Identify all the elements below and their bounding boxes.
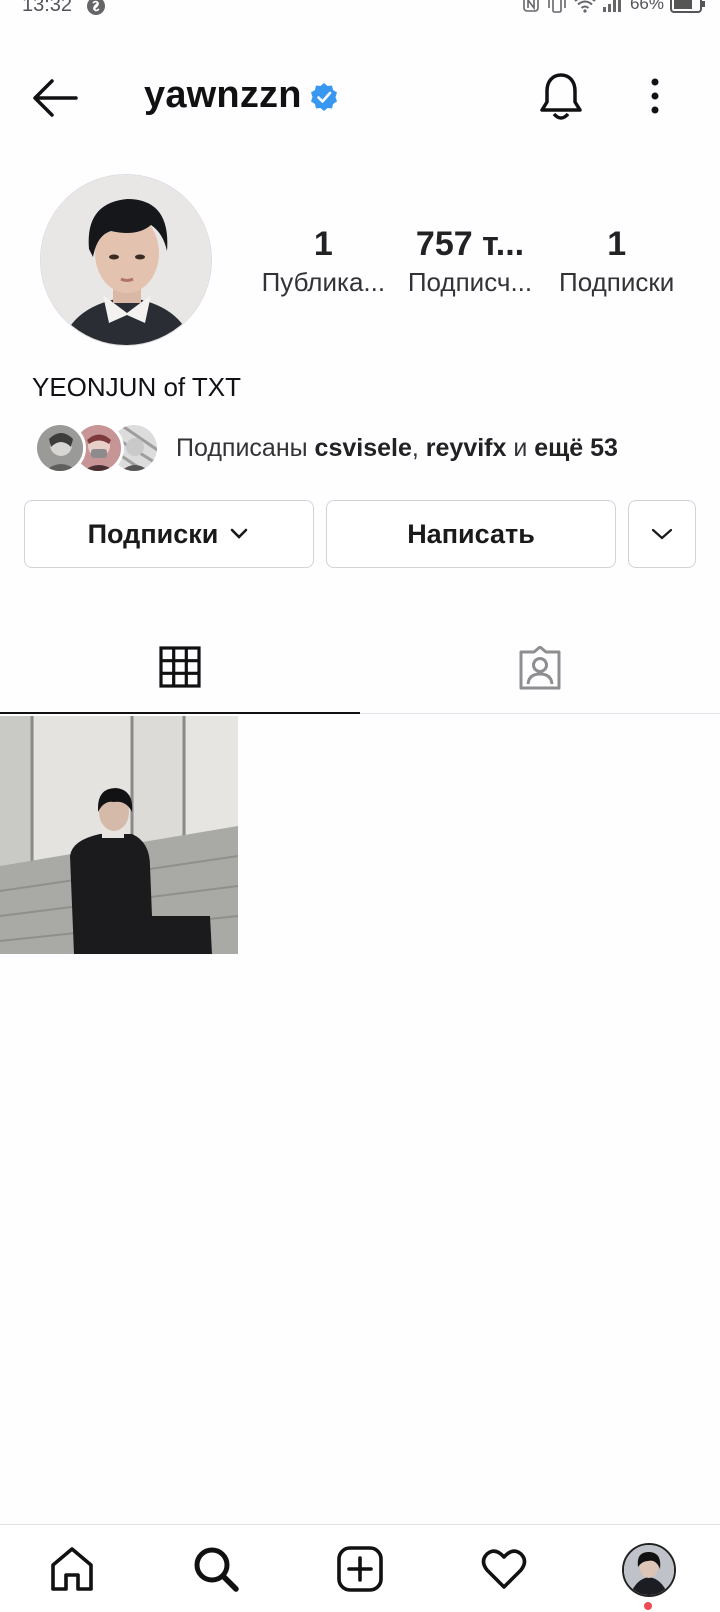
following-button[interactable]: Подписки bbox=[24, 500, 314, 568]
tab-posts-grid[interactable] bbox=[0, 622, 360, 714]
message-button[interactable]: Написать bbox=[326, 500, 616, 568]
stat-following[interactable]: 1 Подписки bbox=[543, 222, 690, 298]
wifi-icon bbox=[574, 0, 596, 13]
followed-conjunction: и bbox=[506, 433, 535, 462]
heart-icon bbox=[481, 1549, 527, 1589]
stat-followers[interactable]: 757 т... Подписч... bbox=[397, 222, 544, 298]
mutual-user-2: reyvifx bbox=[425, 433, 507, 462]
profile-header: yawnzzn bbox=[0, 60, 720, 136]
more-vertical-icon bbox=[651, 78, 659, 114]
tab-tagged[interactable] bbox=[360, 622, 720, 714]
status-time: 13:32 bbox=[22, 0, 73, 16]
shazam-icon bbox=[87, 0, 105, 15]
mutual-avatars bbox=[34, 420, 160, 476]
stat-posts[interactable]: 1 Публика... bbox=[250, 222, 397, 298]
verified-badge-icon bbox=[311, 83, 337, 111]
battery-icon bbox=[670, 0, 705, 13]
display-name: YEONJUN of TXT bbox=[32, 372, 242, 402]
nav-search[interactable] bbox=[186, 1541, 246, 1597]
followed-prefix: Подписаны bbox=[176, 433, 315, 462]
vibrate-icon bbox=[548, 0, 566, 13]
posts-label: Публика... bbox=[261, 267, 386, 297]
bottom-navigation bbox=[0, 1524, 720, 1612]
suggested-accounts-button[interactable] bbox=[628, 500, 696, 568]
profile-avatar-small bbox=[624, 1545, 674, 1595]
add-post-icon bbox=[337, 1546, 383, 1592]
chevron-down-icon bbox=[231, 528, 248, 539]
bell-icon bbox=[540, 73, 582, 120]
nav-create[interactable] bbox=[330, 1541, 390, 1597]
nav-activity[interactable] bbox=[474, 1541, 534, 1597]
post-thumbnail[interactable] bbox=[0, 716, 238, 954]
tagged-user-icon bbox=[519, 646, 561, 690]
profile-photo bbox=[41, 175, 211, 345]
back-arrow-icon bbox=[33, 79, 78, 117]
profile-stats: 1 Публика... 757 т... Подписч... 1 Подпи… bbox=[250, 222, 690, 298]
nfc-icon bbox=[523, 0, 539, 12]
nav-profile[interactable] bbox=[622, 1543, 676, 1597]
mutual-avatar bbox=[34, 422, 86, 474]
mutual-user-1: csvisele bbox=[314, 433, 412, 462]
notifications-button[interactable] bbox=[538, 70, 584, 122]
header-username: yawnzzn bbox=[144, 74, 302, 116]
grid-icon bbox=[159, 646, 201, 688]
mutual-more: ещё 53 bbox=[534, 433, 618, 462]
following-button-label: Подписки bbox=[87, 518, 219, 549]
followed-by-text: Подписаны csvisele, reyvifx и ещё 53 bbox=[176, 434, 618, 463]
home-icon bbox=[51, 1547, 93, 1591]
status-bar: 13:32 66% bbox=[0, 0, 720, 22]
content-tabs bbox=[0, 622, 720, 714]
chevron-down-icon bbox=[651, 528, 673, 540]
message-button-label: Написать bbox=[407, 518, 535, 549]
followers-label: Подписч... bbox=[407, 267, 533, 297]
nav-home[interactable] bbox=[42, 1541, 102, 1597]
back-button[interactable] bbox=[30, 76, 80, 120]
posts-count: 1 bbox=[313, 225, 333, 263]
following-count: 1 bbox=[607, 225, 627, 263]
notification-dot bbox=[644, 1602, 652, 1610]
profile-avatar[interactable] bbox=[40, 174, 212, 346]
signal-icon bbox=[602, 0, 621, 12]
followed-by-row[interactable]: Подписаны csvisele, reyvifx и ещё 53 bbox=[34, 420, 618, 476]
post-image bbox=[0, 716, 238, 954]
status-icons: 66% bbox=[522, 0, 706, 14]
options-menu-button[interactable] bbox=[640, 74, 670, 120]
followers-count: 757 т... bbox=[415, 225, 525, 263]
battery-percent: 66% bbox=[629, 0, 664, 13]
following-label: Подписки bbox=[559, 267, 675, 297]
followed-separator: , bbox=[411, 433, 426, 462]
search-icon bbox=[194, 1547, 239, 1592]
